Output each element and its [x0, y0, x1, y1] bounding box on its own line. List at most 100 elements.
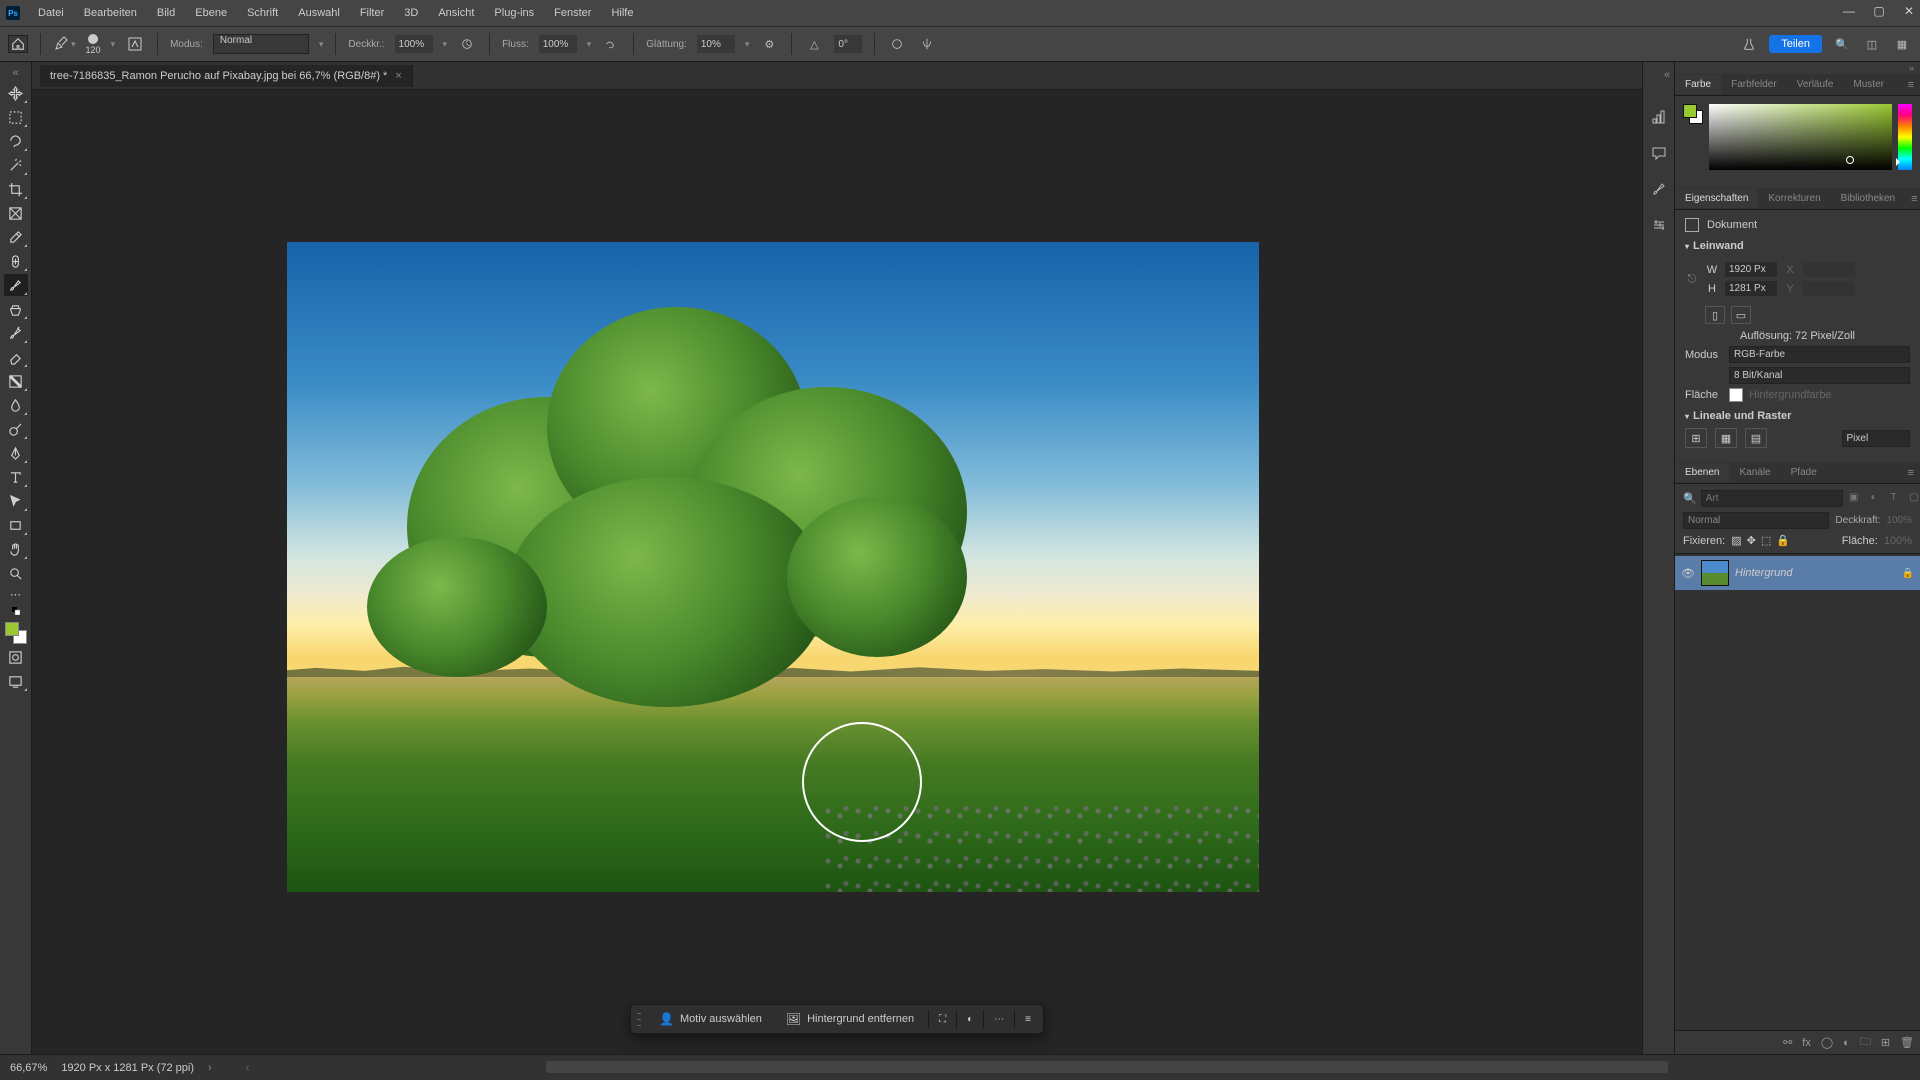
select-subject-button[interactable]: 👤 Motiv auswählen: [649, 1008, 772, 1030]
menu-edit[interactable]: Bearbeiten: [76, 3, 145, 23]
tab-paths[interactable]: Pfade: [1781, 463, 1827, 482]
history-brush-tool[interactable]: [4, 322, 28, 344]
lock-position-icon[interactable]: ✥: [1747, 534, 1756, 547]
menu-window[interactable]: Fenster: [546, 3, 599, 23]
ruler-units-select[interactable]: Pixel: [1842, 430, 1911, 447]
layer-fill-value[interactable]: 100%: [1884, 535, 1912, 547]
filter-shape-icon[interactable]: ▢: [1907, 492, 1920, 506]
dodge-tool[interactable]: [4, 418, 28, 440]
more-icon[interactable]: ⋯: [988, 1010, 1010, 1029]
panel-menu-icon[interactable]: ≡: [1905, 193, 1920, 205]
bit-depth-select[interactable]: 8 Bit/Kanal: [1729, 367, 1910, 384]
path-select-tool[interactable]: [4, 490, 28, 512]
delete-layer-icon[interactable]: 🗑: [1900, 1036, 1914, 1049]
rulers-section-header[interactable]: ▾Lineale und Raster: [1685, 410, 1910, 422]
hand-tool[interactable]: [4, 538, 28, 560]
opacity-input[interactable]: [395, 35, 433, 53]
panel-menu-icon[interactable]: ≡: [1902, 79, 1920, 91]
lock-all-icon[interactable]: 🔒: [1776, 534, 1790, 547]
pressure-size-icon[interactable]: [887, 34, 907, 54]
symmetry-icon[interactable]: [917, 34, 937, 54]
brush-panel-toggle-icon[interactable]: [125, 34, 145, 54]
width-input[interactable]: [1725, 262, 1777, 277]
canvas-section-header[interactable]: ▾Leinwand: [1685, 240, 1910, 252]
layer-visibility-icon[interactable]: 👁: [1681, 567, 1695, 580]
adjust-icon[interactable]: ◐: [961, 1010, 979, 1029]
arrange-icon[interactable]: ▦: [1892, 34, 1912, 54]
tool-preset-picker[interactable]: ▾: [53, 36, 76, 52]
rulers-toggle-icon[interactable]: ⊞: [1685, 428, 1707, 448]
layer-group-icon[interactable]: 🗀: [1860, 1033, 1871, 1052]
hue-slider[interactable]: [1898, 104, 1912, 170]
adjustments-panel-icon[interactable]: [1650, 216, 1668, 234]
move-tool[interactable]: [4, 82, 28, 104]
brush-tool[interactable]: [4, 274, 28, 296]
lock-pixels-icon[interactable]: ▨: [1731, 534, 1741, 547]
default-colors-icon[interactable]: [12, 606, 20, 614]
grid-toggle-icon[interactable]: ▦: [1715, 428, 1737, 448]
layer-style-icon[interactable]: fx: [1802, 1037, 1811, 1049]
panel-dock-collapse[interactable]: »: [1675, 62, 1920, 74]
close-button[interactable]: ✕: [1902, 4, 1916, 18]
zoom-level[interactable]: 66,67%: [10, 1062, 47, 1074]
home-button[interactable]: [8, 35, 28, 53]
menu-type[interactable]: Schrift: [239, 3, 286, 23]
menu-select[interactable]: Auswahl: [290, 3, 348, 23]
contextual-task-bar[interactable]: 👤 Motiv auswählen 🖼 Hintergrund entferne…: [630, 1004, 1044, 1034]
drag-handle-icon[interactable]: [637, 1010, 641, 1028]
status-nav-left[interactable]: ‹: [246, 1062, 250, 1074]
hue-slider-thumb[interactable]: [1896, 158, 1900, 166]
orientation-portrait-icon[interactable]: ▯: [1705, 306, 1725, 324]
color-panel-fgbg[interactable]: [1683, 104, 1703, 124]
filter-type-icon[interactable]: T: [1887, 492, 1901, 506]
layer-thumbnail[interactable]: [1701, 560, 1729, 586]
status-caret-icon[interactable]: ›: [208, 1062, 212, 1074]
close-tab-icon[interactable]: ×: [395, 70, 401, 82]
lasso-tool[interactable]: [4, 130, 28, 152]
menu-file[interactable]: Datei: [30, 3, 72, 23]
smoothing-input[interactable]: [697, 35, 735, 53]
filter-adjust-icon[interactable]: ◐: [1867, 492, 1881, 506]
airbrush-icon[interactable]: [601, 34, 621, 54]
tab-patterns[interactable]: Muster: [1843, 75, 1894, 94]
pen-tool[interactable]: [4, 442, 28, 464]
color-field[interactable]: [1709, 104, 1892, 170]
comments-panel-icon[interactable]: [1650, 144, 1668, 162]
strip-collapse-toggle[interactable]: «: [1664, 68, 1670, 82]
link-layers-icon[interactable]: ⚯: [1783, 1036, 1792, 1049]
orientation-landscape-icon[interactable]: ▭: [1731, 306, 1751, 324]
beaker-icon[interactable]: [1739, 34, 1759, 54]
foreground-background-colors[interactable]: [5, 622, 27, 644]
healing-brush-tool[interactable]: [4, 250, 28, 272]
tab-channels[interactable]: Kanäle: [1729, 463, 1780, 482]
flow-input[interactable]: [539, 35, 577, 53]
magic-wand-tool[interactable]: [4, 154, 28, 176]
marquee-tool[interactable]: [4, 106, 28, 128]
adjustment-layer-icon[interactable]: ◐: [1843, 1037, 1850, 1049]
document-tab[interactable]: tree-7186835_Ramon Perucho auf Pixabay.j…: [40, 65, 413, 87]
menu-3d[interactable]: 3D: [396, 3, 426, 23]
clone-stamp-tool[interactable]: [4, 298, 28, 320]
menu-image[interactable]: Bild: [149, 3, 183, 23]
chevron-down-icon[interactable]: ▾: [111, 39, 116, 50]
menu-plugins[interactable]: Plug-ins: [486, 3, 542, 23]
crop-tool[interactable]: [4, 178, 28, 200]
new-layer-icon[interactable]: ⊞: [1881, 1036, 1890, 1049]
quick-mask-toggle[interactable]: [4, 646, 28, 668]
layer-blend-mode-select[interactable]: Normal: [1683, 512, 1829, 529]
tab-layers[interactable]: Ebenen: [1675, 463, 1729, 482]
workspace-icon[interactable]: ◫: [1862, 34, 1882, 54]
minimize-button[interactable]: —: [1842, 4, 1856, 18]
transform-icon[interactable]: ⛶: [933, 1010, 952, 1029]
menu-layer[interactable]: Ebene: [187, 3, 235, 23]
menu-view[interactable]: Ansicht: [430, 3, 482, 23]
lock-artboard-icon[interactable]: ⬚: [1761, 534, 1771, 547]
tab-adjustments[interactable]: Korrekturen: [1758, 189, 1830, 208]
foreground-color-swatch[interactable]: [5, 622, 19, 636]
link-dimensions-icon[interactable]: ⎋: [1685, 258, 1699, 300]
panel-menu-icon[interactable]: ≡: [1902, 467, 1920, 479]
zoom-tool[interactable]: [4, 562, 28, 584]
edit-toolbar-button[interactable]: ⋯: [4, 586, 28, 602]
document-dimensions[interactable]: 1920 Px x 1281 Px (72 ppi): [61, 1062, 194, 1074]
layer-mask-icon[interactable]: ◯: [1821, 1036, 1833, 1049]
